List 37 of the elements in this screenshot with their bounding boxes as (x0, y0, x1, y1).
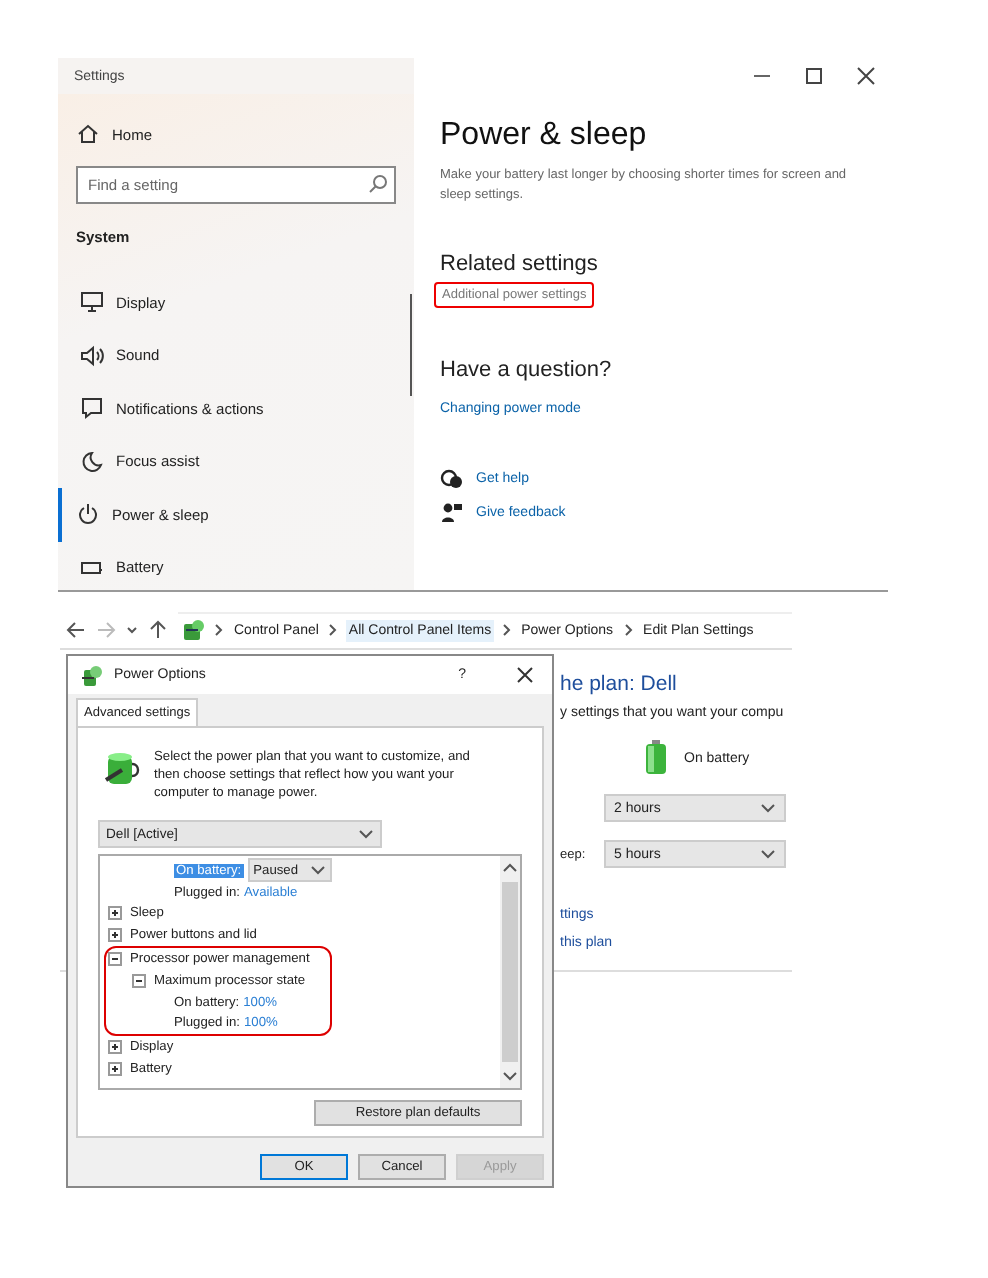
back-arrow-icon[interactable] (66, 619, 86, 639)
home-icon (76, 122, 100, 146)
speaker-icon (80, 343, 104, 368)
close-icon[interactable] (516, 666, 534, 684)
scrollbar[interactable] (500, 856, 520, 1088)
display-icon (80, 290, 104, 315)
section-heading: Have a question? (440, 356, 614, 384)
collapse-icon[interactable] (108, 952, 122, 967)
plan-title: he plan: Dell (560, 672, 679, 696)
person-icon (440, 502, 464, 524)
up-arrow-icon[interactable] (148, 619, 168, 639)
chevron-right-icon (501, 622, 512, 638)
close-icon[interactable] (856, 66, 876, 86)
maximize-icon[interactable] (804, 66, 824, 86)
scrollbar[interactable] (410, 294, 412, 396)
expand-icon[interactable] (108, 928, 122, 943)
section-heading: Related settings (440, 250, 600, 278)
chevron-down-icon (310, 864, 326, 877)
search-icon (368, 174, 388, 194)
scroll-thumb[interactable] (502, 882, 518, 1062)
chevron-down-icon (358, 828, 374, 840)
chevron-down-icon (760, 848, 776, 860)
chevron-down-icon (760, 802, 776, 814)
collapse-icon[interactable] (132, 973, 146, 988)
expand-icon[interactable] (108, 906, 122, 921)
chevron-right-icon (214, 622, 224, 638)
chevron-down-icon[interactable] (502, 1070, 518, 1082)
message-icon (80, 396, 104, 421)
chevron-up-icon[interactable] (502, 862, 518, 874)
battery-icon (644, 740, 668, 776)
chevron-right-icon (623, 622, 634, 638)
chevron-right-icon (328, 622, 339, 638)
moon-icon (80, 449, 104, 474)
expand-icon[interactable] (108, 1040, 122, 1055)
expand-icon[interactable] (108, 1062, 122, 1077)
page-title: Power & sleep (440, 116, 649, 156)
power-icon (76, 502, 100, 527)
